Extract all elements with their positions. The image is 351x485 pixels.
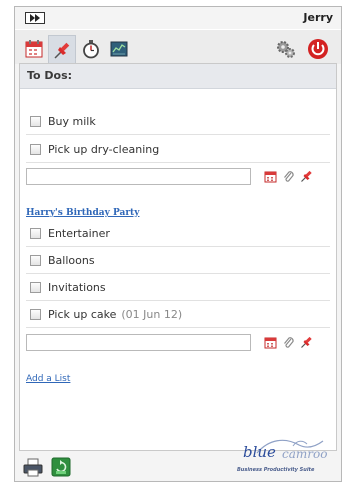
stopwatch-icon (83, 40, 99, 59)
task-label: Pick up dry-cleaning (48, 142, 160, 156)
divider (26, 273, 330, 274)
todos-panel: To Dos: Buy milk Pick up dry-cleaning Ha… (19, 63, 337, 451)
task-checkbox[interactable] (30, 254, 41, 266)
paperclip-icon[interactable] (282, 170, 295, 183)
todos-heading: To Dos: (20, 64, 336, 89)
new-task-input[interactable] (26, 168, 251, 185)
logout-button[interactable] (305, 36, 331, 62)
tab-calendar[interactable] (21, 36, 47, 62)
page-title: To Dos: (27, 69, 73, 82)
pushpin-icon[interactable] (300, 170, 313, 183)
task-label: Pick up cake (48, 307, 117, 321)
recycle-icon[interactable] (51, 457, 71, 477)
list-title-link[interactable]: Harry's Birthday Party (26, 208, 139, 218)
divider (26, 246, 330, 247)
list-item: Pick up cake (01 Jun 12) (30, 305, 182, 323)
calendar-icon[interactable] (264, 170, 277, 183)
power-icon (308, 39, 328, 59)
list-item: Pick up dry-cleaning (30, 140, 159, 158)
paperclip-icon[interactable] (282, 336, 295, 349)
tab-reports[interactable] (106, 36, 132, 62)
list-item: Invitations (30, 278, 106, 296)
calendar-icon (25, 40, 43, 58)
tab-todos[interactable] (48, 35, 76, 65)
bluecamroo-logo: blue camroo Business Productivity Suite (235, 437, 335, 479)
task-checkbox[interactable] (30, 143, 41, 155)
printer-icon[interactable] (23, 457, 43, 477)
task-checkbox[interactable] (30, 308, 41, 320)
list-item: Entertainer (30, 224, 110, 242)
task-due-date: (01 Jun 12) (121, 307, 183, 321)
list-item: Buy milk (30, 112, 96, 130)
footer: blue camroo Business Productivity Suite (15, 439, 341, 481)
top-bar: Jerry (15, 7, 341, 29)
expand-button[interactable] (25, 12, 45, 24)
chart-icon (110, 41, 128, 57)
task-checkbox[interactable] (30, 227, 41, 239)
fast-forward-icon (30, 14, 40, 22)
settings-button[interactable] (273, 36, 299, 62)
calendar-icon[interactable] (264, 336, 277, 349)
divider (26, 134, 330, 135)
tab-timer[interactable] (78, 36, 104, 62)
pushpin-icon (54, 42, 70, 59)
divider (26, 162, 330, 163)
toolbar (15, 29, 341, 65)
task-checkbox[interactable] (30, 281, 41, 293)
new-task-input[interactable] (26, 334, 251, 351)
list-item: Balloons (30, 251, 95, 269)
add-list-link[interactable]: Add a List (26, 374, 70, 384)
gears-icon (277, 41, 295, 58)
divider (26, 327, 330, 328)
user-name: Jerry (303, 11, 333, 24)
pushpin-icon[interactable] (300, 336, 313, 349)
app-window: Jerry To Dos: Buy milk Pick up dry-clean… (14, 6, 342, 482)
task-checkbox[interactable] (30, 115, 41, 127)
task-actions (264, 334, 313, 351)
task-label: Balloons (48, 253, 95, 267)
task-actions (264, 168, 313, 185)
task-label: Invitations (48, 280, 106, 294)
task-label: Entertainer (48, 226, 110, 240)
task-label: Buy milk (48, 114, 96, 128)
divider (26, 300, 330, 301)
